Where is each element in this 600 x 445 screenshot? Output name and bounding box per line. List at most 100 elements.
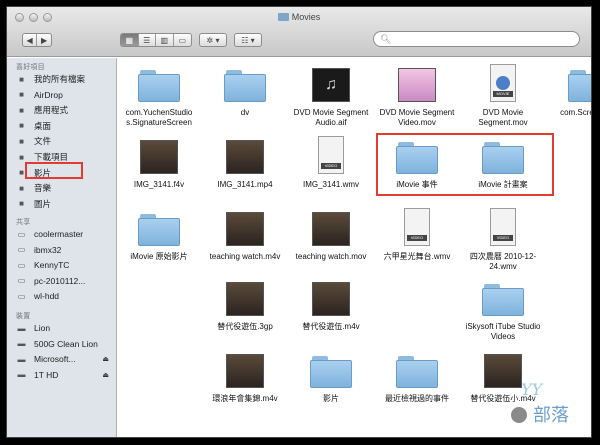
file-item[interactable]: VIDEO IMG_3141.wmv bbox=[288, 136, 374, 200]
sidebar-item-label: KennyTC bbox=[34, 260, 70, 271]
title-bar: Movies ◀ ▶ ▦ ☰ ▥ ▭ ✲ ▾ ☷ ▾ 🔍︎ bbox=[7, 7, 591, 57]
file-item[interactable]: ♫ DVD Movie Segment Audio.aif bbox=[288, 64, 374, 128]
file-item[interactable]: iSkysoft iTube Studio Videos bbox=[460, 278, 546, 342]
audio-file-icon: ♫ bbox=[312, 68, 350, 102]
drive-icon: ▬ bbox=[17, 323, 26, 333]
drive-icon: ▬ bbox=[17, 370, 26, 380]
video-thumbnail-icon bbox=[226, 140, 264, 174]
file-item[interactable]: teaching watch.m4v bbox=[202, 208, 288, 272]
file-name: 替代役遊伍小.m4v bbox=[470, 394, 536, 403]
sidebar-item-label: AirDrop bbox=[34, 89, 63, 100]
file-item[interactable]: iMovie 原始影片 bbox=[116, 208, 202, 272]
arrange-menu-button[interactable]: ☷ ▾ bbox=[234, 33, 262, 47]
downloads-icon: ■ bbox=[19, 152, 24, 162]
file-item[interactable]: VIDEO 四次農曆 2010-12-24.wmv bbox=[460, 208, 546, 272]
file-item[interactable]: dv bbox=[202, 64, 288, 128]
forward-button[interactable]: ▶ bbox=[37, 34, 51, 46]
search-icon: 🔍︎ bbox=[380, 33, 392, 44]
computer-icon: ▭ bbox=[17, 260, 26, 270]
sidebar-item-label: coolermaster bbox=[34, 229, 84, 239]
file-item[interactable]: DVD Movie Segment Video.mov bbox=[374, 64, 460, 128]
file-item[interactable]: com.Scre td.cha bbox=[546, 64, 591, 128]
folder-icon bbox=[396, 142, 438, 174]
file-grid: YY 部落 com.YuchenStudio s.SignatureScreen… bbox=[116, 58, 591, 437]
sidebar-item-favorites-2[interactable]: ■ 應用程式 bbox=[7, 102, 117, 118]
sidebar-item-favorites-0[interactable]: ■ 我的所有檔案 bbox=[7, 71, 117, 87]
video-file-icon: VIDEO bbox=[318, 136, 344, 174]
sidebar-item-label: 圖片 bbox=[34, 198, 52, 209]
icon-view-button[interactable]: ▦ bbox=[121, 34, 139, 46]
sidebar-item-label: 桌面 bbox=[34, 120, 52, 131]
computer-icon: ▭ bbox=[17, 229, 26, 239]
folder-icon bbox=[482, 142, 524, 174]
file-item[interactable]: 影片 bbox=[288, 350, 374, 414]
documents-icon: ■ bbox=[19, 136, 24, 146]
file-name: com.YuchenStudio s.SignatureScreen bbox=[125, 108, 193, 127]
computer-icon: ▭ bbox=[17, 245, 26, 255]
sidebar-item-shared-2[interactable]: ▭ KennyTC bbox=[7, 257, 117, 273]
sidebar-item-shared-1[interactable]: ▭ ibmx32 bbox=[7, 242, 117, 258]
sidebar-item-shared-4[interactable]: ▭ wl-hdd bbox=[7, 288, 117, 304]
sidebar-item-shared-3[interactable]: ▭ pc-2010112... bbox=[7, 273, 117, 289]
file-item[interactable]: 替代役遊伍.m4v bbox=[288, 278, 374, 342]
sidebar-item-devices-3[interactable]: ▬ 1T HD ⏏ bbox=[7, 367, 117, 383]
sidebar-item-label: 500G Clean Lion bbox=[34, 338, 98, 349]
file-name: 環浪年會集錦.m4v bbox=[212, 394, 278, 403]
video-thumbnail-icon bbox=[140, 140, 178, 174]
quicktime-file-icon: MOVIE bbox=[490, 64, 516, 102]
sidebar: 喜好項目 ■ 我的所有檔案 ■ AirDrop ■ 應用程式 ■ 桌面 ■ 文件 ■ 下載項目 ■ 影片 ■ 音… bbox=[7, 58, 117, 437]
file-item[interactable]: iMovie 事件 bbox=[374, 136, 460, 200]
file-name: IMG_3141.wmv bbox=[302, 180, 360, 189]
sidebar-item-favorites-4[interactable]: ■ 文件 bbox=[7, 133, 117, 149]
back-button[interactable]: ◀ bbox=[23, 34, 38, 46]
file-item[interactable]: 替代役遊伍小.m4v bbox=[460, 350, 546, 414]
video-thumbnail-icon bbox=[226, 354, 264, 388]
sidebar-item-favorites-7[interactable]: ■ 音樂 bbox=[7, 180, 117, 196]
sidebar-item-label: ibmx32 bbox=[34, 244, 62, 255]
sidebar-item-devices-1[interactable]: ▬ 500G Clean Lion bbox=[7, 336, 117, 352]
gear-icon: ✲ ▾ bbox=[206, 35, 220, 45]
coverflow-view-button[interactable]: ▭ bbox=[174, 34, 191, 46]
sidebar-item-label: wl-hdd bbox=[34, 291, 60, 302]
file-item[interactable]: VIDEO 六甲星光舞台.wmv bbox=[374, 208, 460, 272]
file-name: 替代役遊伍.m4v bbox=[302, 322, 360, 331]
computer-icon: ▭ bbox=[17, 291, 26, 301]
video-thumbnail-icon bbox=[226, 282, 264, 316]
file-item[interactable]: IMG_3141.f4v bbox=[116, 136, 202, 200]
sidebar-item-shared-0[interactable]: ▭ coolermaster bbox=[7, 226, 117, 242]
file-item[interactable]: teaching watch.mov bbox=[288, 208, 374, 272]
sidebar-item-label: 我的所有檔案 bbox=[34, 74, 86, 84]
file-name: IMG_3141.f4v bbox=[133, 180, 185, 189]
search-field[interactable]: 🔍︎ bbox=[373, 31, 580, 47]
file-item[interactable]: 環浪年會集錦.m4v bbox=[202, 350, 288, 414]
video-thumbnail-icon bbox=[312, 212, 350, 246]
file-item[interactable]: MOVIE DVD Movie Segment.mov bbox=[460, 64, 546, 128]
view-switcher: ▦ ☰ ▥ ▭ bbox=[120, 33, 192, 47]
finder-window: Movies ◀ ▶ ▦ ☰ ▥ ▭ ✲ ▾ ☷ ▾ 🔍︎ 喜好項目 ■ 我的所有檔… bbox=[6, 6, 592, 438]
column-view-button[interactable]: ▥ bbox=[156, 34, 174, 46]
file-item[interactable]: 最近檢視過的事件 bbox=[374, 350, 460, 414]
folder-icon bbox=[138, 70, 180, 102]
action-menu-button[interactable]: ✲ ▾ bbox=[199, 33, 227, 47]
file-item[interactable]: iMovie 計畫案 bbox=[460, 136, 546, 200]
sidebar-item-favorites-8[interactable]: ■ 圖片 bbox=[7, 196, 117, 212]
airdrop-icon: ■ bbox=[19, 90, 24, 100]
sidebar-item-favorites-1[interactable]: ■ AirDrop bbox=[7, 87, 117, 103]
sidebar-item-favorites-3[interactable]: ■ 桌面 bbox=[7, 118, 117, 134]
folder-icon bbox=[568, 70, 591, 102]
highlight-box-movies bbox=[25, 162, 83, 179]
eject-icon[interactable]: ⏏ bbox=[102, 355, 109, 363]
file-item[interactable]: 替代役遊伍.3gp bbox=[202, 278, 288, 342]
file-item[interactable]: com.YuchenStudio s.SignatureScreen bbox=[116, 64, 202, 128]
sidebar-item-label: 文件 bbox=[34, 136, 52, 147]
sidebar-item-devices-0[interactable]: ▬ Lion bbox=[7, 320, 117, 336]
sidebar-item-label: Lion bbox=[34, 323, 51, 333]
sidebar-item-devices-2[interactable]: ▬ Microsoft... ⏏ bbox=[7, 351, 117, 367]
list-view-button[interactable]: ☰ bbox=[139, 34, 156, 46]
file-item[interactable]: IMG_3141.mp4 bbox=[202, 136, 288, 200]
sidebar-item-label: 應用程式 bbox=[34, 105, 69, 116]
video-thumbnail-icon bbox=[398, 68, 436, 102]
folder-icon bbox=[224, 70, 266, 102]
file-name: dv bbox=[240, 108, 250, 117]
eject-icon[interactable]: ⏏ bbox=[102, 371, 109, 379]
